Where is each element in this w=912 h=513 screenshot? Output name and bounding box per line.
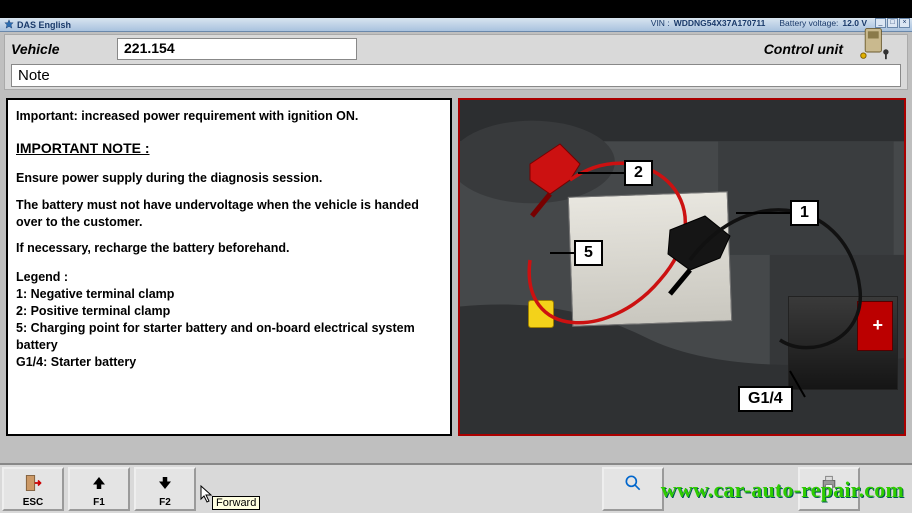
f1-label: F1 — [93, 497, 105, 508]
callout-5-line — [550, 252, 574, 254]
content-line-4: If necessary, recharge the battery befor… — [16, 240, 442, 257]
esc-button[interactable]: ESC — [2, 467, 64, 511]
main-area: Important: increased power requirement w… — [6, 98, 906, 436]
note-label: Note — [18, 67, 50, 84]
content-line-3: The battery must not have undervoltage w… — [16, 197, 442, 231]
esc-label: ESC — [23, 497, 44, 508]
forward-tooltip: Forward — [212, 496, 260, 510]
cursor-icon — [200, 485, 214, 503]
callout-1-line — [736, 212, 790, 214]
callout-2: 2 — [624, 160, 653, 186]
door-exit-icon — [23, 472, 43, 494]
legend-g: G1/4: Starter battery — [16, 354, 442, 371]
zoom-label — [632, 497, 635, 508]
control-unit-icon — [857, 25, 895, 61]
black-wire — [660, 170, 880, 370]
close-button[interactable]: × — [899, 18, 910, 28]
arrow-down-icon — [156, 472, 174, 494]
f1-button[interactable]: F1 — [68, 467, 130, 511]
legend-heading: Legend : — [16, 269, 442, 286]
legend-5: 5: Charging point for starter battery an… — [16, 320, 442, 354]
title-left: DAS English — [4, 19, 71, 31]
callout-g14: G1/4 — [738, 386, 793, 412]
vehicle-label: Vehicle — [11, 41, 107, 57]
vehicle-value: 221.154 — [124, 40, 175, 56]
vehicle-value-box: 221.154 — [117, 38, 357, 60]
app-title: DAS English — [17, 20, 71, 30]
legend-2: 2: Positive terminal clamp — [16, 303, 442, 320]
header-row-1: Vehicle 221.154 Control unit — [11, 38, 901, 60]
legend-1: 1: Negative terminal clamp — [16, 286, 442, 303]
magnifier-icon — [623, 472, 643, 494]
note-row: Note — [11, 64, 901, 87]
application-window: DAS English VIN : WDDNG54X37A170711 Batt… — [0, 18, 912, 513]
arrow-up-icon — [90, 472, 108, 494]
important-note-heading: IMPORTANT NOTE : — [16, 139, 442, 158]
f2-button[interactable]: F2 — [134, 467, 196, 511]
vin-label: VIN : — [651, 18, 670, 28]
text-pane: Important: increased power requirement w… — [6, 98, 452, 436]
callout-2-line — [578, 172, 624, 174]
content-line-2: Ensure power supply during the diagnosis… — [16, 170, 442, 187]
star-icon — [4, 19, 14, 31]
f2-label: F2 — [159, 497, 171, 508]
header-panel: Vehicle 221.154 Control unit Note — [4, 34, 908, 90]
letterbox-top — [0, 0, 912, 18]
callout-5: 5 — [574, 240, 603, 266]
watermark-text: www.car-auto-repair.com — [661, 477, 904, 503]
title-bar: DAS English VIN : WDDNG54X37A170711 Batt… — [0, 18, 912, 32]
battery-label: Battery voltage: — [779, 18, 838, 28]
control-unit-label: Control unit — [764, 41, 843, 57]
image-pane: + 2 1 5 — [458, 98, 906, 436]
zoom-button[interactable] — [602, 467, 664, 511]
content-line-1: Important: increased power requirement w… — [16, 108, 442, 125]
vin-value: WDDNG54X37A170711 — [674, 18, 766, 28]
callout-1: 1 — [790, 200, 819, 226]
